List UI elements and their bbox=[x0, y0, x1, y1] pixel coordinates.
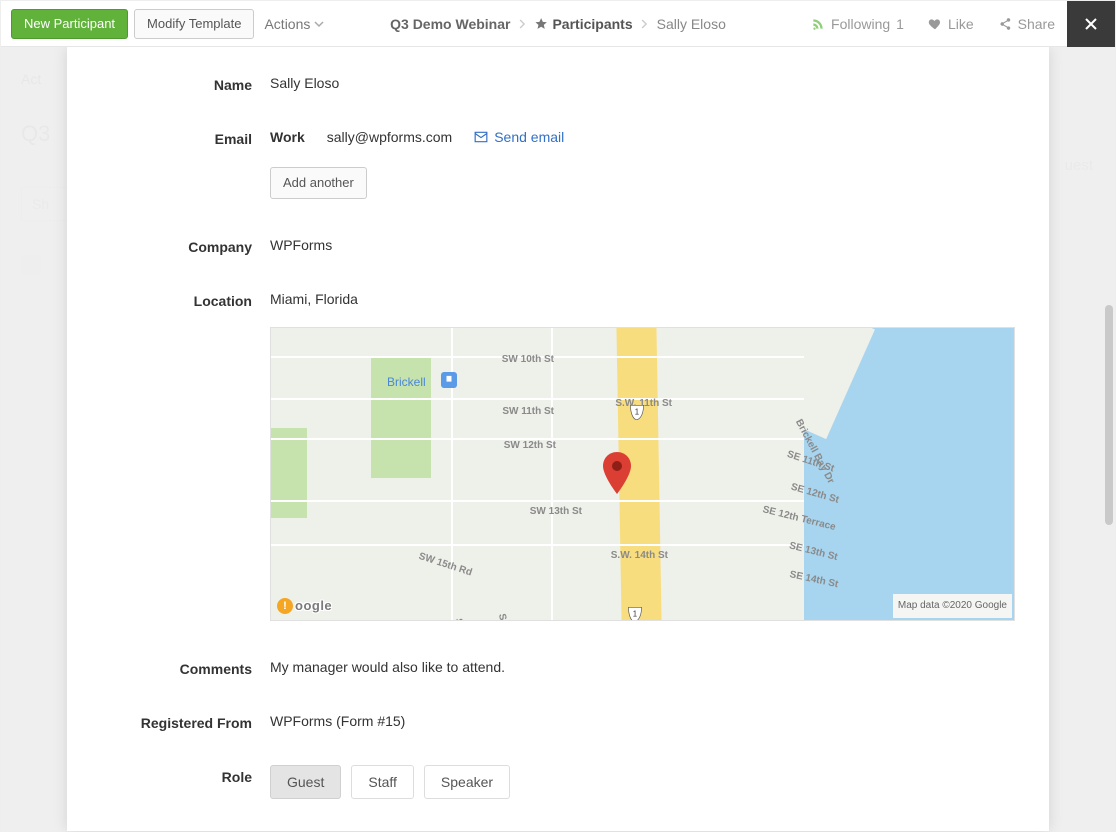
new-participant-button[interactable]: New Participant bbox=[11, 9, 128, 39]
heart-icon bbox=[928, 17, 942, 31]
breadcrumb-leaf: Sally Eloso bbox=[657, 16, 726, 32]
field-value-comments[interactable]: My manager would also like to attend. bbox=[270, 657, 1015, 677]
field-value-registered-from: WPForms (Form #15) bbox=[270, 711, 1015, 731]
like-button[interactable]: Like bbox=[916, 16, 986, 32]
svg-text:1: 1 bbox=[635, 407, 639, 416]
actions-menu[interactable]: Actions bbox=[264, 16, 324, 32]
send-email-link[interactable]: Send email bbox=[474, 127, 564, 147]
role-selector: Guest Staff Speaker bbox=[270, 765, 1015, 799]
field-label-role: Role bbox=[67, 765, 270, 787]
hwy-shield-icon: 1 bbox=[629, 404, 645, 421]
role-option-speaker[interactable]: Speaker bbox=[424, 765, 510, 799]
field-label-location: Location bbox=[67, 289, 270, 311]
share-icon bbox=[998, 17, 1012, 31]
hwy-shield-icon: 1 bbox=[627, 606, 643, 621]
field-label-registered-from: Registered From bbox=[67, 711, 270, 733]
top-toolbar: New Participant Modify Template Actions … bbox=[1, 1, 1115, 47]
close-icon bbox=[1084, 17, 1098, 31]
add-another-email-button[interactable]: Add another bbox=[270, 167, 367, 199]
star-icon bbox=[534, 17, 548, 31]
map-station-label: Brickell bbox=[387, 372, 426, 392]
email-type: Work bbox=[270, 127, 305, 147]
breadcrumb: Q3 Demo Webinar Participants Sally Eloso bbox=[390, 16, 726, 32]
chevron-right-icon bbox=[641, 19, 649, 29]
role-option-staff[interactable]: Staff bbox=[351, 765, 414, 799]
field-value-location[interactable]: Miami, Florida bbox=[270, 289, 1015, 309]
role-option-guest[interactable]: Guest bbox=[270, 765, 341, 799]
field-value-name[interactable]: Sally Eloso bbox=[270, 73, 1015, 93]
actions-label: Actions bbox=[264, 16, 310, 32]
field-value-company[interactable]: WPForms bbox=[270, 235, 1015, 255]
scrollbar-thumb[interactable] bbox=[1105, 305, 1113, 525]
chevron-right-icon bbox=[518, 19, 526, 29]
map-warning-icon: ! bbox=[277, 598, 293, 614]
envelope-icon bbox=[474, 131, 488, 143]
field-label-comments: Comments bbox=[67, 657, 270, 679]
location-map[interactable]: SW 10th St SW 11th St S.W. 11th St SW 12… bbox=[270, 327, 1015, 621]
chevron-down-icon bbox=[314, 19, 324, 29]
following-button[interactable]: Following 1 bbox=[799, 16, 916, 32]
field-label-name: Name bbox=[67, 73, 270, 95]
modify-template-button[interactable]: Modify Template bbox=[134, 9, 254, 39]
rss-icon bbox=[811, 17, 825, 31]
metro-station-icon bbox=[441, 372, 457, 388]
google-logo: oogle bbox=[295, 596, 332, 616]
share-button[interactable]: Share bbox=[986, 16, 1067, 32]
field-label-email: Email bbox=[67, 127, 270, 149]
participant-panel: Name Sally Eloso Email Work sally@wpform… bbox=[67, 47, 1049, 831]
email-value[interactable]: sally@wpforms.com bbox=[327, 127, 452, 147]
map-pin-icon bbox=[603, 452, 631, 494]
map-copyright: Map data ©2020 Google bbox=[893, 594, 1012, 618]
breadcrumb-participants[interactable]: Participants bbox=[534, 16, 632, 32]
breadcrumb-root[interactable]: Q3 Demo Webinar bbox=[390, 16, 510, 32]
field-label-company: Company bbox=[67, 235, 270, 257]
svg-text:1: 1 bbox=[633, 609, 637, 618]
close-button[interactable] bbox=[1067, 1, 1115, 47]
